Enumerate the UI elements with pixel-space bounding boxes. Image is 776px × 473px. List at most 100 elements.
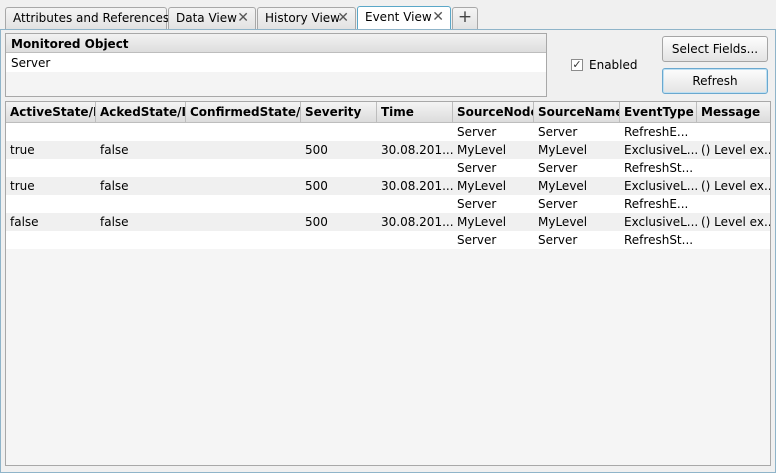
- cell-severity: 500: [305, 143, 328, 157]
- cell-severity: 500: [305, 215, 328, 229]
- cell-eventtype: ExclusiveL...: [624, 143, 697, 157]
- cell-sourcenode: Server: [457, 233, 497, 247]
- cell-message: [697, 195, 770, 213]
- monitored-object-empty-area: [6, 72, 546, 96]
- table-header: ActiveState/Id AckedState/Id ConfirmedSt…: [6, 102, 770, 123]
- column-header-severity[interactable]: Severity: [301, 102, 377, 122]
- cell-activestate: true: [10, 143, 35, 157]
- cell-sourcenode: MyLevel: [457, 215, 507, 229]
- table-row[interactable]: Server Server RefreshE...: [6, 195, 770, 213]
- cell-eventtype: RefreshE...: [624, 125, 689, 139]
- cell-confirmedstate: [186, 123, 301, 141]
- cell-eventtype: RefreshE...: [624, 197, 689, 211]
- enabled-label: Enabled: [589, 58, 638, 72]
- refresh-button[interactable]: Refresh: [662, 68, 768, 94]
- cell-confirmedstate: [186, 159, 301, 177]
- close-icon[interactable]: ✕: [237, 11, 249, 25]
- cell-sourcenode: MyLevel: [457, 143, 507, 157]
- select-fields-button[interactable]: Select Fields...: [662, 36, 768, 62]
- enabled-checkbox[interactable]: ✓ Enabled: [571, 57, 638, 73]
- column-header-ackedstate[interactable]: AckedState/Id: [96, 102, 186, 122]
- cell-message: () Level ex...: [701, 179, 771, 193]
- tab-data-view[interactable]: Data View ✕: [168, 7, 256, 29]
- cell-message: [697, 123, 770, 141]
- tab-label: History View: [265, 11, 340, 25]
- cell-time: 30.08.201...: [381, 143, 453, 157]
- cell-sourcename: MyLevel: [538, 215, 588, 229]
- checkmark-icon[interactable]: ✓: [571, 59, 583, 71]
- cell-time: [377, 195, 453, 213]
- cell-sourcename: Server: [538, 197, 578, 211]
- cell-confirmedstate: [186, 141, 301, 159]
- column-header-time[interactable]: Time: [377, 102, 453, 122]
- cell-message: () Level ex...: [701, 143, 771, 157]
- table-row[interactable]: Server Server RefreshSt...: [6, 159, 770, 177]
- close-icon[interactable]: ✕: [432, 10, 444, 24]
- cell-activestate: [6, 195, 96, 213]
- cell-eventtype: RefreshSt...: [624, 233, 694, 247]
- cell-sourcenode: Server: [457, 125, 497, 139]
- cell-sourcename: MyLevel: [538, 143, 588, 157]
- cell-activestate: true: [10, 179, 35, 193]
- cell-time: 30.08.201...: [381, 215, 453, 229]
- column-header-eventtype[interactable]: EventType: [620, 102, 697, 122]
- cell-message: [697, 159, 770, 177]
- cell-activestate: false: [10, 215, 39, 229]
- cell-ackedstate: [96, 123, 186, 141]
- cell-time: 30.08.201...: [381, 179, 453, 193]
- cell-sourcenode: MyLevel: [457, 179, 507, 193]
- cell-severity: [301, 123, 377, 141]
- tab-label: Attributes and References: [13, 11, 170, 25]
- cell-ackedstate: false: [100, 215, 129, 229]
- cell-confirmedstate: [186, 231, 301, 249]
- cell-activestate: [6, 123, 96, 141]
- plus-icon: +: [457, 7, 473, 27]
- tab-event-view[interactable]: Event View ✕: [357, 6, 451, 30]
- cell-time: [377, 123, 453, 141]
- cell-confirmedstate: [186, 195, 301, 213]
- cell-time: [377, 231, 453, 249]
- cell-sourcename: MyLevel: [538, 179, 588, 193]
- cell-message: () Level ex...: [701, 215, 771, 229]
- tab-bar: Attributes and References Data View ✕ Hi…: [0, 0, 776, 30]
- table-row[interactable]: false false 500 30.08.201... MyLevel MyLevel E…: [6, 213, 770, 231]
- column-header-sourcenode[interactable]: SourceNode: [453, 102, 534, 122]
- table-row[interactable]: Server Server RefreshE...: [6, 123, 770, 141]
- cell-confirmedstate: [186, 213, 301, 231]
- add-tab-button[interactable]: +: [452, 7, 478, 29]
- cell-sourcenode: Server: [457, 197, 497, 211]
- cell-ackedstate: false: [100, 143, 129, 157]
- column-header-message[interactable]: Message: [697, 102, 770, 122]
- cell-severity: [301, 195, 377, 213]
- cell-sourcename: Server: [538, 125, 578, 139]
- cell-ackedstate: false: [100, 179, 129, 193]
- cell-sourcename: Server: [538, 161, 578, 175]
- monitored-object-panel: Monitored Object Server: [5, 33, 547, 97]
- tab-attributes-and-references[interactable]: Attributes and References: [5, 7, 170, 29]
- cell-severity: 500: [305, 179, 328, 193]
- table-row[interactable]: Server Server RefreshSt...: [6, 231, 770, 249]
- column-header-activestate[interactable]: ActiveState/Id: [6, 102, 96, 122]
- monitored-object-header: Monitored Object: [6, 34, 546, 53]
- table-row[interactable]: true false 500 30.08.201... MyLevel MyLevel Ex…: [6, 177, 770, 195]
- cell-severity: [301, 159, 377, 177]
- cell-sourcename: Server: [538, 233, 578, 247]
- cell-activestate: [6, 231, 96, 249]
- cell-ackedstate: [96, 159, 186, 177]
- cell-ackedstate: [96, 195, 186, 213]
- events-table: ActiveState/Id AckedState/Id ConfirmedSt…: [5, 101, 771, 466]
- cell-eventtype: ExclusiveL...: [624, 179, 697, 193]
- table-row[interactable]: true false 500 30.08.201... MyLevel MyLevel Ex…: [6, 141, 770, 159]
- cell-time: [377, 159, 453, 177]
- cell-message: [697, 231, 770, 249]
- tab-history-view[interactable]: History View ✕: [257, 7, 356, 29]
- cell-ackedstate: [96, 231, 186, 249]
- column-header-sourcename[interactable]: SourceName: [534, 102, 620, 122]
- close-icon[interactable]: ✕: [337, 11, 349, 25]
- tab-label: Data View: [176, 11, 237, 25]
- column-header-confirmedstate[interactable]: ConfirmedState/Id: [186, 102, 301, 122]
- tab-label: Event View: [365, 10, 432, 24]
- cell-eventtype: ExclusiveL...: [624, 215, 697, 229]
- monitored-object-row[interactable]: Server: [6, 53, 546, 72]
- cell-activestate: [6, 159, 96, 177]
